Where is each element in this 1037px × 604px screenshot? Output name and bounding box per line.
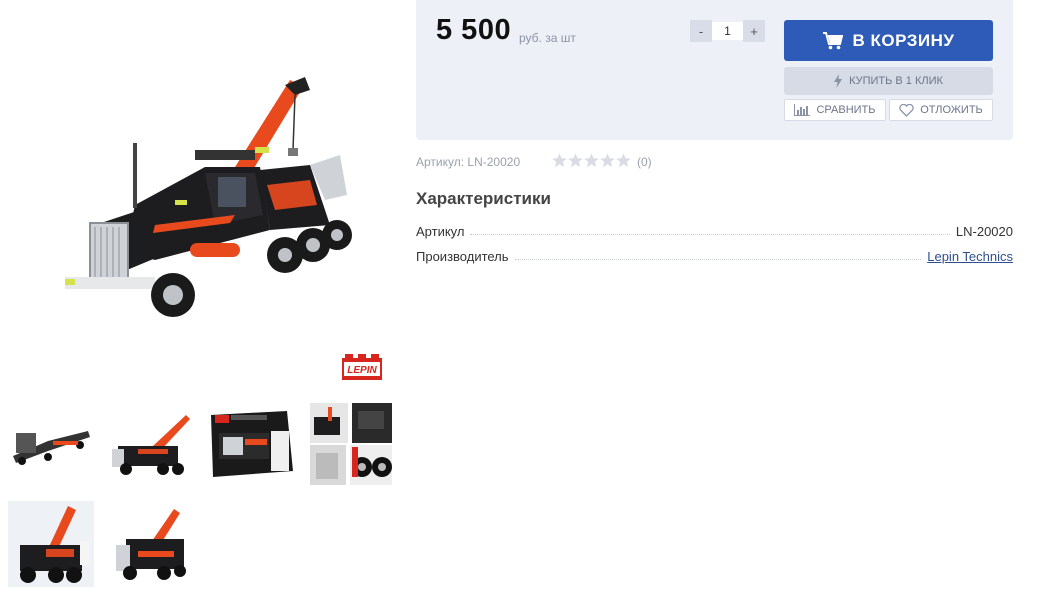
thumbnail-3[interactable] (209, 401, 295, 487)
defer-label: ОТЛОЖИТЬ (920, 104, 983, 116)
buy-one-click-button[interactable]: КУПИТЬ В 1 КЛИК (784, 67, 993, 95)
add-to-cart-button[interactable]: В КОРЗИНУ (784, 20, 993, 61)
qty-increase-button[interactable]: + (743, 20, 765, 42)
char-row-manufacturer: Производитель Lepin Technics (416, 246, 1013, 264)
characteristics-title: Характеристики (416, 189, 551, 208)
thumbnail-2[interactable] (108, 401, 194, 487)
qty-input[interactable] (712, 22, 743, 40)
dotted-leader (470, 234, 950, 235)
sku-value: LN-20020 (467, 155, 521, 169)
lightning-icon (834, 74, 843, 88)
buy-one-click-label: КУПИТЬ В 1 КЛИК (849, 75, 943, 87)
star-icon (600, 153, 615, 167)
product-gallery: LEPIN (0, 0, 400, 604)
heart-icon (899, 103, 914, 117)
sku-info: Артикул: LN-20020 (416, 155, 520, 169)
star-icon (616, 153, 631, 167)
star-icon (552, 153, 567, 167)
star-icon (584, 153, 599, 167)
price-unit: руб. за шт (519, 31, 576, 45)
rating-count: (0) (637, 155, 652, 169)
compare-label: СРАВНИТЬ (816, 104, 876, 116)
char-label: Артикул (416, 224, 465, 239)
quantity-stepper: - + (690, 20, 769, 42)
star-icon (568, 153, 583, 167)
bar-chart-icon (794, 104, 811, 116)
qty-decrease-button[interactable]: - (690, 20, 712, 42)
thumbnail-4[interactable] (308, 401, 394, 487)
add-to-cart-label: В КОРЗИНУ (852, 30, 955, 50)
rating-stars[interactable] (552, 153, 631, 168)
brand-logo-text: LEPIN (347, 365, 377, 376)
product-price: 5 500 (436, 14, 512, 46)
defer-button[interactable]: ОТЛОЖИТЬ (889, 99, 993, 121)
cart-icon (822, 31, 843, 49)
char-value: LN-20020 (955, 224, 1013, 239)
thumbnail-6[interactable] (108, 501, 194, 587)
dotted-leader (514, 259, 922, 260)
sku-label: Артикул: (416, 155, 465, 169)
brand-logo: LEPIN (342, 354, 382, 380)
manufacturer-link[interactable]: Lepin Technics (927, 249, 1013, 264)
thumbnail-1[interactable] (8, 401, 94, 487)
thumbnail-5[interactable] (8, 501, 94, 587)
char-label: Производитель (416, 249, 509, 264)
char-row-sku: Артикул LN-20020 (416, 221, 1013, 239)
buy-panel: 5 500 руб. за шт - + В КОРЗИНУ КУПИТЬ В … (416, 0, 1013, 140)
compare-button[interactable]: СРАВНИТЬ (784, 99, 886, 121)
main-product-image[interactable] (55, 55, 355, 335)
